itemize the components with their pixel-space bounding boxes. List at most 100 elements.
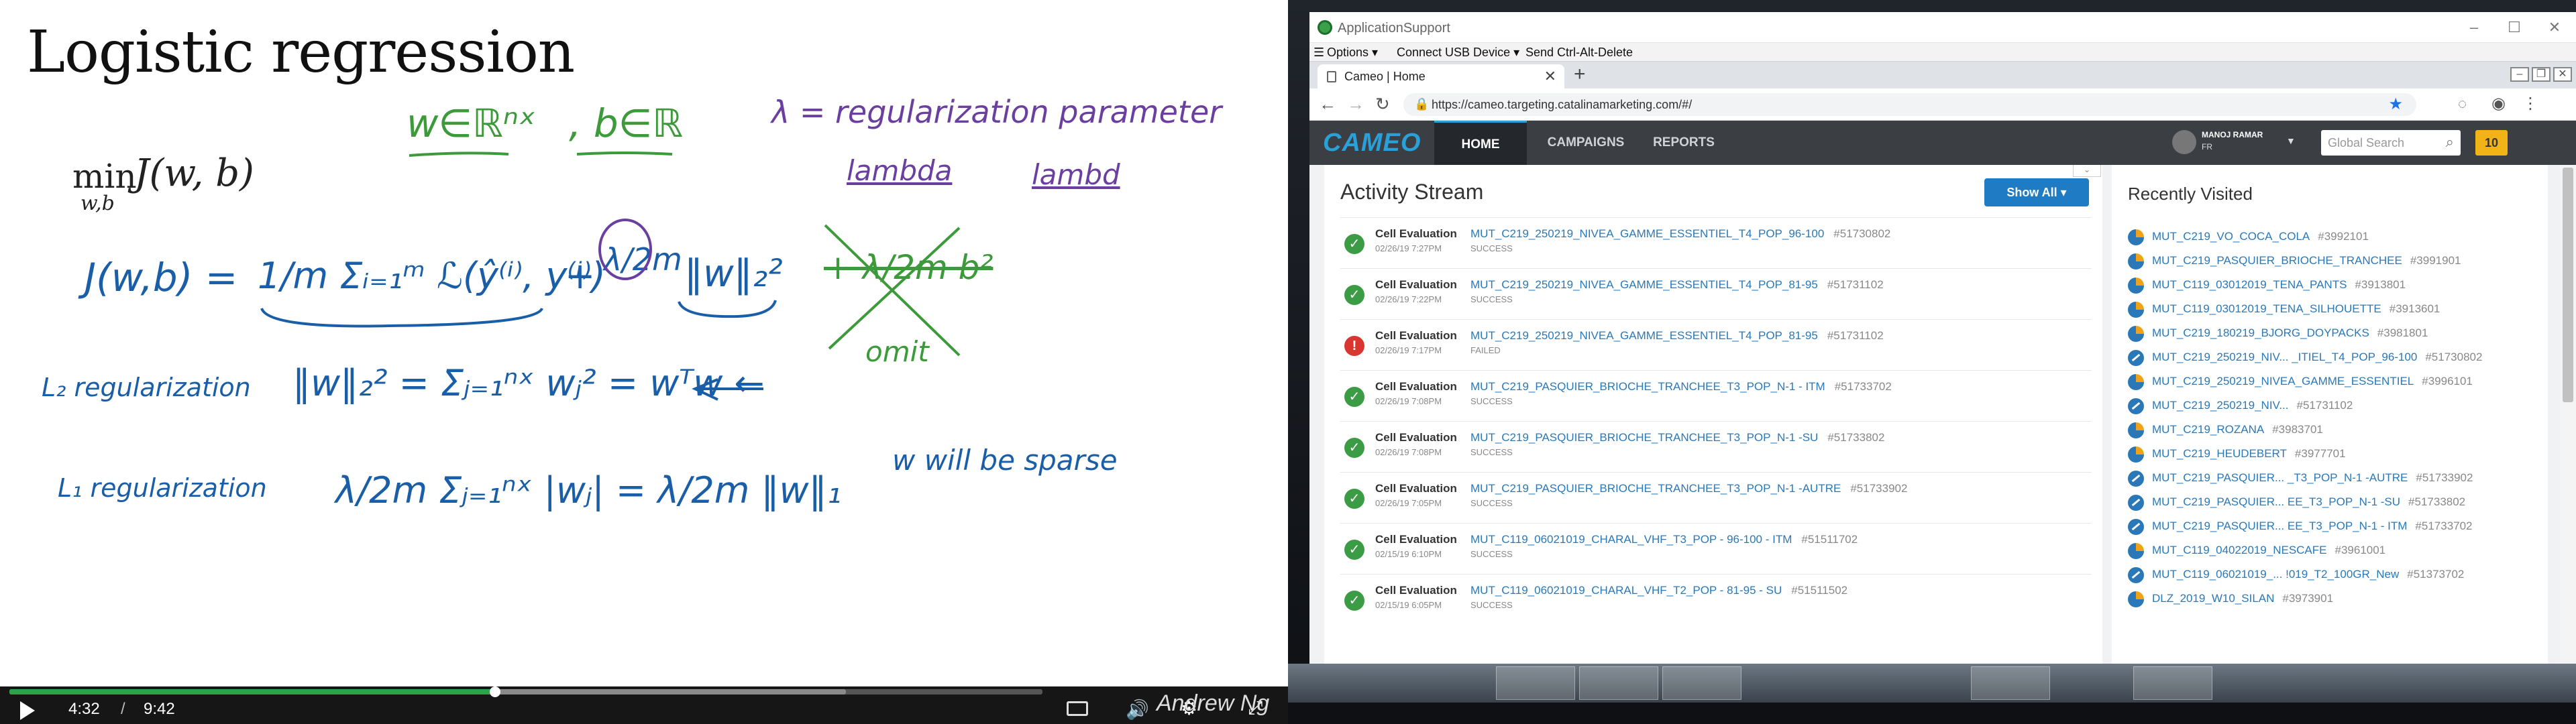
page-scrollbar[interactable] bbox=[2560, 165, 2576, 664]
recent-item-name[interactable]: MUT_C219_PASQUIER... EE_T3_POP_N-1 -SU bbox=[2152, 495, 2400, 508]
activity-name[interactable]: MUT_C219_250219_NIVEA_GAMME_ESSENTIEL_T4… bbox=[1470, 329, 1818, 342]
minimize-button[interactable]: – bbox=[2455, 16, 2493, 39]
recent-item-link[interactable]: MUT_C219_250219_NIVEA_GAMME_ESSENTIEL #39… bbox=[2152, 375, 2473, 388]
taskbar-item[interactable] bbox=[1496, 666, 1575, 700]
recent-item[interactable]: MUT_C119_04022019_NESCAFE #3961001 bbox=[2128, 539, 2537, 563]
recent-item-link[interactable]: MUT_C119_04022019_NESCAFE #3961001 bbox=[2152, 544, 2385, 557]
recent-item[interactable]: MUT_C219_VO_COCA_COLA #3992101 bbox=[2128, 225, 2537, 249]
inner-close-icon[interactable]: ✕ bbox=[2553, 67, 2572, 82]
show-all-button[interactable]: Show All ▾ bbox=[1984, 178, 2089, 206]
captions-icon[interactable] bbox=[1067, 701, 1088, 716]
activity-name[interactable]: MUT_C219_PASQUIER_BRIOCHE_TRANCHEE_T3_PO… bbox=[1470, 431, 1818, 444]
activity-row[interactable]: ! Cell Evaluation MUT_C219_250219_NIVEA_GA… bbox=[1340, 319, 2092, 370]
recent-item-link[interactable]: MUT_C219_PASQUIER_BRIOCHE_TRANCHEE #39919… bbox=[2152, 254, 2461, 267]
recent-item[interactable]: MUT_C219_ROZANA #3983701 bbox=[2128, 418, 2537, 442]
window-titlebar[interactable]: ApplicationSupport – ☐ ✕ bbox=[1309, 12, 2576, 43]
recent-item-name[interactable]: MUT_C219_ROZANA bbox=[2152, 423, 2264, 436]
video-player[interactable]: Logistic regression min w,b J(w, b) w∈ℝⁿ… bbox=[0, 0, 1288, 724]
recent-item[interactable]: MUT_C219_180219_BJORG_DOYPACKS #3981801 bbox=[2128, 322, 2537, 346]
recent-item-link[interactable]: MUT_C219_PASQUIER... EE_T3_POP_N-1 - ITM… bbox=[2152, 520, 2473, 533]
activity-link[interactable]: MUT_C119_06021019_CHARAL_VHF_T3_POP - 96… bbox=[1470, 533, 1858, 546]
recent-item-name[interactable]: DLZ_2019_W10_SILAN bbox=[2152, 592, 2274, 605]
recent-item[interactable]: MUT_C219_250219_NIVEA_GAMME_ESSENTIEL #39… bbox=[2128, 370, 2537, 394]
recent-item-name[interactable]: MUT_C219_PASQUIER... EE_T3_POP_N-1 - ITM bbox=[2152, 520, 2407, 532]
options-menu[interactable]: Options ▾ bbox=[1327, 46, 1378, 60]
recent-item-link[interactable]: MUT_C219_PASQUIER... _T3_POP_N-1 -AUTRE #… bbox=[2152, 471, 2473, 485]
activity-row[interactable]: ✓ Cell Evaluation MUT_C219_250219_NIVEA_GA… bbox=[1340, 268, 2092, 319]
activity-row[interactable]: ✓ Cell Evaluation MUT_C119_06021019_CHARAL… bbox=[1340, 523, 2092, 574]
activity-name[interactable]: MUT_C119_06021019_CHARAL_VHF_T3_POP - 96… bbox=[1470, 533, 1792, 546]
scrollbar-thumb[interactable] bbox=[2563, 168, 2573, 402]
taskbar-item[interactable] bbox=[1971, 666, 2050, 700]
recent-item-link[interactable]: MUT_C119_06021019_... !019_T2_100GR_New #… bbox=[2152, 568, 2464, 581]
recent-item-link[interactable]: MUT_C219_HEUDEBERT #3977701 bbox=[2152, 447, 2346, 461]
collapse-toggle[interactable]: ⌄ bbox=[2073, 165, 2101, 177]
inner-restore-icon[interactable]: ❐ bbox=[2532, 67, 2551, 82]
global-search-input[interactable]: Global Search bbox=[2328, 136, 2404, 150]
recent-item-name[interactable]: MUT_C219_PASQUIER_BRIOCHE_TRANCHEE bbox=[2152, 254, 2402, 267]
cameo-logo[interactable]: CAMEO bbox=[1323, 129, 1421, 158]
nav-campaigns[interactable]: CAMPAIGNS bbox=[1535, 121, 1637, 165]
activity-link[interactable]: MUT_C219_250219_NIVEA_GAMME_ESSENTIEL_T4… bbox=[1470, 329, 1884, 343]
activity-link[interactable]: MUT_C119_06021019_CHARAL_VHF_T2_POP - 81… bbox=[1470, 584, 1847, 597]
progress-scrubber-handle[interactable] bbox=[489, 686, 500, 697]
activity-name[interactable]: MUT_C119_06021019_CHARAL_VHF_T2_POP - 81… bbox=[1470, 584, 1782, 597]
taskbar-item[interactable] bbox=[1662, 666, 1741, 700]
recent-item-link[interactable]: MUT_C219_VO_COCA_COLA #3992101 bbox=[2152, 230, 2369, 243]
avatar[interactable] bbox=[2172, 130, 2196, 154]
activity-link[interactable]: MUT_C219_PASQUIER_BRIOCHE_TRANCHEE_T3_PO… bbox=[1470, 380, 1892, 394]
browser-tab[interactable]: Cameo | Home ✕ bbox=[1318, 64, 1564, 88]
recent-item[interactable]: MUT_C219_PASQUIER... EE_T3_POP_N-1 - ITM… bbox=[2128, 515, 2537, 539]
recent-item-link[interactable]: MUT_C119_03012019_TENA_SILHOUETTE #391360… bbox=[2152, 302, 2440, 316]
recent-item[interactable]: MUT_C219_250219_NIV... _ITIEL_T4_POP_96-… bbox=[2128, 346, 2537, 370]
address-bar[interactable]: 🔒 https://cameo.targeting.catalinamarket… bbox=[1403, 93, 2416, 116]
send-ctrl-alt-delete-menu[interactable]: Send Ctrl-Alt-Delete bbox=[1525, 46, 1633, 60]
profile-icon[interactable]: ◉ bbox=[2491, 94, 2506, 113]
activity-name[interactable]: MUT_C219_250219_NIVEA_GAMME_ESSENTIEL_T4… bbox=[1470, 278, 1818, 291]
forward-icon[interactable]: → bbox=[1347, 94, 1364, 115]
recent-item[interactable]: MUT_C119_03012019_TENA_PANTS #3913801 bbox=[2128, 274, 2537, 298]
chevron-down-icon[interactable]: ▼ bbox=[2286, 135, 2296, 146]
close-window-button[interactable]: ✕ bbox=[2536, 16, 2573, 39]
recent-item-name[interactable]: MUT_C219_PASQUIER... _T3_POP_N-1 -AUTRE bbox=[2152, 471, 2408, 484]
recent-item-link[interactable]: MUT_C219_PASQUIER... EE_T3_POP_N-1 -SU #5… bbox=[2152, 495, 2465, 509]
connect-usb-menu[interactable]: Connect USB Device ▾ bbox=[1397, 46, 1519, 60]
recent-item-name[interactable]: MUT_C219_250219_NIV... bbox=[2152, 399, 2289, 412]
activity-link[interactable]: MUT_C219_PASQUIER_BRIOCHE_TRANCHEE_T3_PO… bbox=[1470, 431, 1884, 444]
recent-item-link[interactable]: MUT_C219_ROZANA #3983701 bbox=[2152, 423, 2323, 436]
maximize-button[interactable]: ☐ bbox=[2496, 16, 2533, 39]
activity-name[interactable]: MUT_C219_PASQUIER_BRIOCHE_TRANCHEE_T3_PO… bbox=[1470, 380, 1825, 393]
global-search-field[interactable]: Global Search ⌕ bbox=[2321, 130, 2461, 156]
progress-bar[interactable] bbox=[9, 686, 1042, 697]
taskbar-item[interactable] bbox=[2133, 666, 2212, 700]
activity-row[interactable]: ✓ Cell Evaluation MUT_C219_250219_NIVEA_GA… bbox=[1340, 217, 2092, 268]
recent-item-name[interactable]: MUT_C119_06021019_... !019_T2_100GR_New bbox=[2152, 568, 2399, 581]
recent-item[interactable]: DLZ_2019_W10_SILAN #3973901 bbox=[2128, 587, 2537, 611]
recent-item[interactable]: MUT_C219_PASQUIER... _T3_POP_N-1 -AUTRE #… bbox=[2128, 467, 2537, 491]
activity-row[interactable]: ✓ Cell Evaluation MUT_C219_PASQUIER_BRIOCH… bbox=[1340, 472, 2092, 523]
search-icon[interactable]: ⌕ bbox=[2446, 133, 2454, 151]
nav-reports[interactable]: REPORTS bbox=[1642, 121, 1725, 165]
recent-item-name[interactable]: MUT_C119_03012019_TENA_SILHOUETTE bbox=[2152, 302, 2381, 315]
bookmark-star-icon[interactable]: ★ bbox=[2388, 95, 2403, 114]
reload-icon[interactable]: ↻ bbox=[1375, 94, 1390, 115]
recent-item[interactable]: MUT_C219_250219_NIV... #51731102 bbox=[2128, 394, 2537, 418]
recent-item-link[interactable]: MUT_C219_250219_NIV... _ITIEL_T4_POP_96-… bbox=[2152, 351, 2482, 364]
play-icon[interactable] bbox=[20, 701, 35, 720]
activity-row[interactable]: ✓ Cell Evaluation MUT_C219_PASQUIER_BRIOCH… bbox=[1340, 370, 2092, 421]
recent-item[interactable]: MUT_C219_PASQUIER... EE_T3_POP_N-1 -SU #5… bbox=[2128, 491, 2537, 515]
recent-item-name[interactable]: MUT_C119_03012019_TENA_PANTS bbox=[2152, 278, 2347, 291]
recent-item-link[interactable]: DLZ_2019_W10_SILAN #3973901 bbox=[2152, 592, 2333, 605]
close-tab-icon[interactable]: ✕ bbox=[1544, 68, 1556, 85]
recent-item-link[interactable]: MUT_C219_250219_NIV... #51731102 bbox=[2152, 399, 2353, 412]
recent-item[interactable]: MUT_C119_06021019_... !019_T2_100GR_New #… bbox=[2128, 563, 2537, 587]
activity-name[interactable]: MUT_C219_250219_NIVEA_GAMME_ESSENTIEL_T4… bbox=[1470, 227, 1824, 240]
recent-item-name[interactable]: MUT_C219_250219_NIVEA_GAMME_ESSENTIEL bbox=[2152, 375, 2414, 387]
recent-item-link[interactable]: MUT_C119_03012019_TENA_PANTS #3913801 bbox=[2152, 278, 2406, 292]
taskbar-item[interactable] bbox=[1579, 666, 1658, 700]
activity-name[interactable]: MUT_C219_PASQUIER_BRIOCHE_TRANCHEE_T3_PO… bbox=[1470, 482, 1841, 495]
inner-minimize-icon[interactable]: – bbox=[2510, 67, 2529, 82]
recent-item[interactable]: MUT_C119_03012019_TENA_SILHOUETTE #391360… bbox=[2128, 298, 2537, 322]
recent-item-name[interactable]: MUT_C219_250219_NIV... _ITIEL_T4_POP_96-… bbox=[2152, 351, 2417, 363]
recent-item[interactable]: MUT_C219_PASQUIER_BRIOCHE_TRANCHEE #39919… bbox=[2128, 249, 2537, 274]
